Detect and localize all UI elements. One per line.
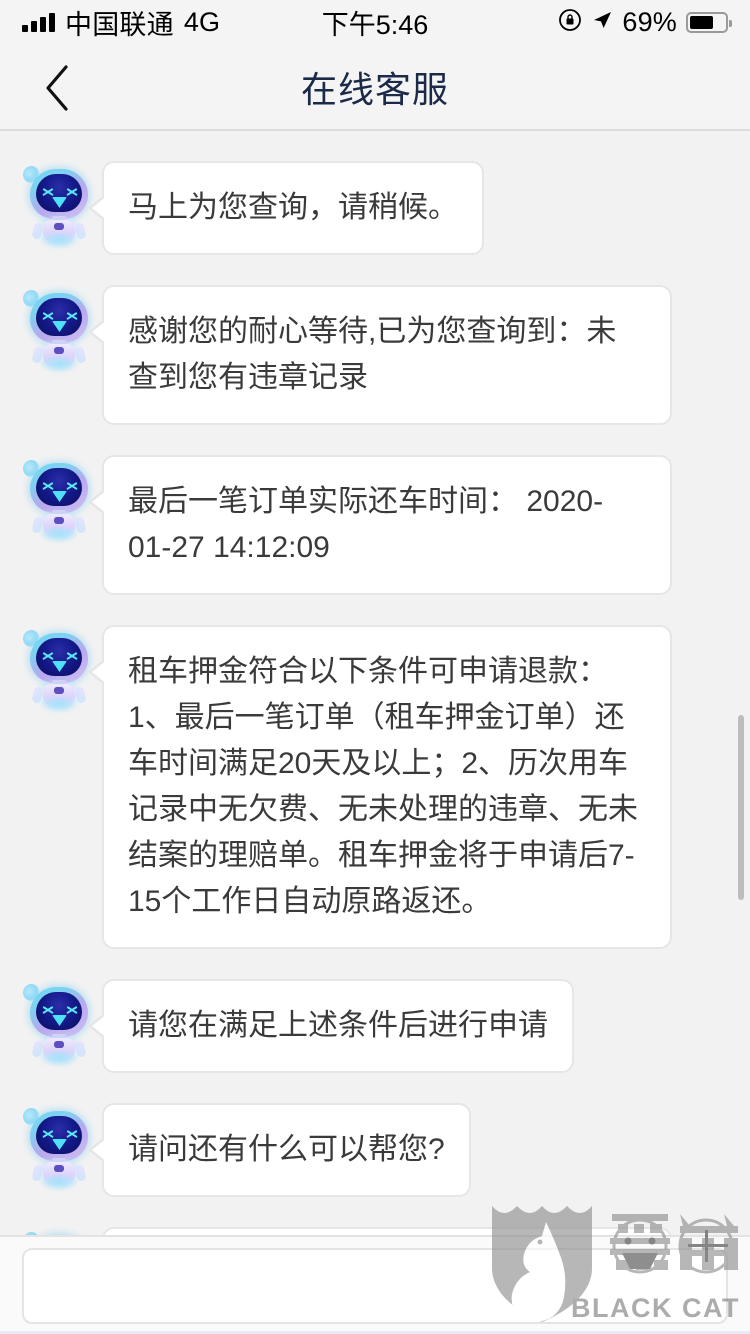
bubble-wrapper: 感谢您的耐心等待,已为您查询到：未查到您有违章记录 (88, 285, 672, 425)
status-bar-right: 69% (558, 6, 732, 38)
chat-message: 租车押金符合以下条件可申请退款：1、最后一笔订单（租车押金订单）还车时间满足20… (0, 625, 750, 949)
chat-message-list[interactable]: 马上为您查询，请稍候。 感谢您的耐心等待,已为您查询到：未查到您有违章记录 最后… (0, 133, 750, 1236)
bubble-wrapper: 请问还有什么可以帮您? (88, 1103, 471, 1197)
message-input-bar (0, 1235, 750, 1334)
robot-avatar (20, 1105, 96, 1191)
chat-message: 马上为您查询，请稍候。 (0, 161, 750, 255)
bubble-wrapper: 请您在满足上述条件后进行申请 (88, 979, 574, 1073)
robot-avatar (20, 163, 96, 249)
chat-message: 请问还有什么可以帮您? (0, 1103, 750, 1197)
page-title: 在线客服 (300, 68, 449, 110)
bubble-wrapper: 马上为您查询，请稍候。 (88, 161, 484, 255)
carrier-label: 中国联通 (65, 9, 174, 40)
phone-screen: 中国联通 4G 下午5:46 69% 在线客服 马上为您查询，请稍候。 感谢您的… (0, 0, 750, 1334)
message-bubble: 租车押金符合以下条件可申请退款：1、最后一笔订单（租车押金订单）还车时间满足20… (88, 625, 672, 949)
signal-icon (22, 12, 55, 32)
bubble-wrapper: 最后一笔订单实际还车时间： 2020-01-27 14:12:09 (88, 455, 672, 595)
bubble-wrapper: 租车押金符合以下条件可申请退款：1、最后一笔订单（租车押金订单）还车时间满足20… (88, 625, 672, 949)
robot-avatar (20, 981, 96, 1067)
nav-bar: 在线客服 (0, 44, 750, 131)
message-bubble: 请您在满足上述条件后进行申请 (88, 979, 574, 1073)
message-bubble: 马上为您查询，请稍候。 (88, 161, 484, 255)
clock-label: 下午5:46 (321, 9, 429, 40)
robot-avatar (20, 457, 96, 543)
scrollbar-thumb[interactable] (738, 715, 744, 900)
battery-icon (686, 11, 732, 33)
status-bar: 中国联通 4G 下午5:46 69% (0, 0, 750, 44)
location-arrow-icon (591, 9, 613, 36)
message-bubble: 请问还有什么可以帮您? (88, 1103, 471, 1197)
battery-percent-label: 69% (622, 6, 677, 37)
status-bar-left: 中国联通 4G (22, 3, 220, 42)
robot-avatar (20, 287, 96, 373)
chat-message: 最后一笔订单实际还车时间： 2020-01-27 14:12:09 (0, 455, 750, 595)
lock-rotation-icon (558, 8, 582, 37)
chat-message: 感谢您的耐心等待,已为您查询到：未查到您有违章记录 (0, 285, 750, 425)
robot-avatar (20, 627, 96, 713)
message-bubble: 感谢您的耐心等待,已为您查询到：未查到您有违章记录 (88, 285, 672, 425)
message-input[interactable] (22, 1247, 728, 1324)
message-bubble: 最后一笔订单实际还车时间： 2020-01-27 14:12:09 (88, 455, 672, 595)
network-type-label: 4G (183, 6, 221, 37)
chat-message: 请您在满足上述条件后进行申请 (0, 979, 750, 1073)
